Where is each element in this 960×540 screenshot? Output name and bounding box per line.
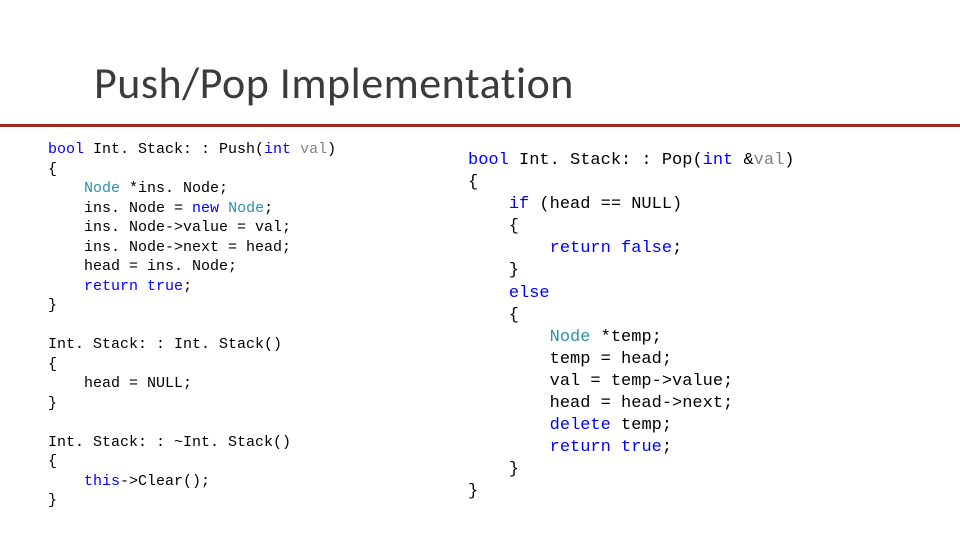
kw-int: int bbox=[264, 141, 291, 158]
slide: Push/Pop Implementation bool Int. Stack:… bbox=[0, 0, 960, 540]
txt: } bbox=[468, 261, 519, 280]
txt: { bbox=[48, 356, 57, 373]
txt: Int. Stack: : Pop( bbox=[509, 151, 703, 170]
txt: ) bbox=[784, 151, 794, 170]
txt: (head == NULL) bbox=[529, 195, 682, 214]
kw-true: true bbox=[621, 438, 662, 457]
txt: { bbox=[468, 217, 519, 236]
kw-false: false bbox=[621, 239, 672, 258]
txt: Int. Stack: : Push( bbox=[84, 141, 264, 158]
code-block-pop: bool Int. Stack: : Pop(int &val) { if (h… bbox=[468, 150, 794, 504]
txt: val = temp->value; bbox=[468, 372, 733, 391]
kw-return: return bbox=[550, 438, 611, 457]
txt bbox=[48, 278, 84, 295]
txt: ->Clear(); bbox=[120, 473, 210, 490]
txt bbox=[468, 438, 550, 457]
txt bbox=[611, 239, 621, 258]
kw-bool: bool bbox=[468, 151, 509, 170]
kw-else: else bbox=[509, 284, 550, 303]
txt: ; bbox=[662, 438, 672, 457]
txt bbox=[468, 195, 509, 214]
txt: } bbox=[48, 395, 57, 412]
kw-true: true bbox=[147, 278, 183, 295]
txt bbox=[468, 416, 550, 435]
kw-bool: bool bbox=[48, 141, 84, 158]
txt bbox=[468, 239, 550, 258]
type-node: Node bbox=[550, 328, 591, 347]
txt: { bbox=[48, 161, 57, 178]
txt: *ins. Node; bbox=[120, 180, 228, 197]
kw-int: int bbox=[703, 151, 734, 170]
kw-if: if bbox=[509, 195, 529, 214]
txt bbox=[48, 180, 84, 197]
kw-delete: delete bbox=[550, 416, 611, 435]
txt: ; bbox=[672, 239, 682, 258]
kw-return: return bbox=[550, 239, 611, 258]
type-node: Node bbox=[228, 200, 264, 217]
code-block-push: bool Int. Stack: : Push(int val) { Node … bbox=[48, 140, 336, 511]
txt bbox=[468, 328, 550, 347]
txt: temp; bbox=[611, 416, 672, 435]
txt: Int. Stack: : Int. Stack() bbox=[48, 336, 282, 353]
txt: head = head->next; bbox=[468, 394, 733, 413]
title-underline bbox=[0, 124, 960, 127]
type-node: Node bbox=[84, 180, 120, 197]
txt: ; bbox=[264, 200, 273, 217]
txt bbox=[48, 473, 84, 490]
txt: temp = head; bbox=[468, 350, 672, 369]
param: val bbox=[291, 141, 327, 158]
txt: } bbox=[48, 297, 57, 314]
txt: { bbox=[48, 453, 57, 470]
txt: } bbox=[48, 492, 57, 509]
txt: Int. Stack: : ~Int. Stack() bbox=[48, 434, 291, 451]
txt: head = ins. Node; bbox=[48, 258, 237, 275]
txt: ins. Node->next = head; bbox=[48, 239, 291, 256]
txt: head = NULL; bbox=[48, 375, 192, 392]
txt: } bbox=[468, 482, 478, 501]
slide-title: Push/Pop Implementation bbox=[94, 56, 574, 110]
kw-this: this bbox=[84, 473, 120, 490]
kw-return: return bbox=[84, 278, 138, 295]
txt bbox=[138, 278, 147, 295]
txt: { bbox=[468, 173, 478, 192]
txt bbox=[468, 284, 509, 303]
txt bbox=[219, 200, 228, 217]
txt: ins. Node = bbox=[48, 200, 192, 217]
txt: { bbox=[468, 306, 519, 325]
txt: } bbox=[468, 460, 519, 479]
kw-new: new bbox=[192, 200, 219, 217]
txt: *temp; bbox=[590, 328, 661, 347]
txt: & bbox=[733, 151, 753, 170]
param: val bbox=[754, 151, 785, 170]
txt: ) bbox=[327, 141, 336, 158]
txt bbox=[611, 438, 621, 457]
txt: ; bbox=[183, 278, 192, 295]
txt: ins. Node->value = val; bbox=[48, 219, 291, 236]
